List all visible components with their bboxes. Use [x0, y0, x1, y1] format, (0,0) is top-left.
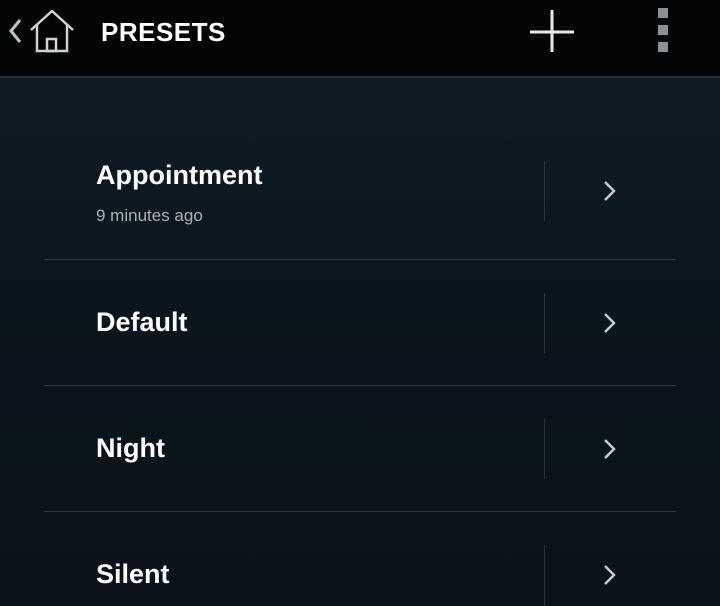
- chevron-left-icon: [9, 19, 22, 43]
- chevron-right-icon[interactable]: [584, 550, 634, 600]
- plus-icon[interactable]: [526, 6, 578, 56]
- home-icon: [30, 9, 74, 53]
- list-item-default[interactable]: Default: [44, 260, 676, 386]
- chevron-right-icon[interactable]: [584, 166, 634, 216]
- vertical-divider: [544, 419, 545, 479]
- preset-name: Night: [96, 433, 165, 463]
- home-up-button[interactable]: [0, 0, 86, 78]
- action-bar: PRESETS: [0, 0, 720, 78]
- preset-name: Silent: [96, 559, 170, 589]
- list-item-main[interactable]: Appointment 9 minutes ago: [44, 132, 544, 260]
- preset-subtitle: 9 minutes ago: [96, 206, 203, 225]
- preset-list: Appointment 9 minutes ago Default Night …: [0, 78, 720, 606]
- list-item-night[interactable]: Night: [44, 386, 676, 512]
- chevron-right-icon[interactable]: [584, 424, 634, 474]
- list-item-main[interactable]: Silent: [44, 512, 544, 606]
- list-item-appointment[interactable]: Appointment 9 minutes ago: [44, 132, 676, 260]
- overflow-menu-icon[interactable]: [648, 4, 678, 56]
- page-title: PRESETS: [101, 17, 226, 47]
- vertical-divider: [544, 161, 545, 221]
- preset-name: Default: [96, 307, 188, 337]
- list-item-main[interactable]: Default: [44, 260, 544, 386]
- preset-name: Appointment: [96, 160, 263, 190]
- chevron-right-icon[interactable]: [584, 298, 634, 348]
- vertical-divider: [544, 545, 545, 606]
- vertical-divider: [544, 293, 545, 353]
- list-item-main[interactable]: Night: [44, 386, 544, 512]
- list-item-silent[interactable]: Silent: [44, 512, 676, 606]
